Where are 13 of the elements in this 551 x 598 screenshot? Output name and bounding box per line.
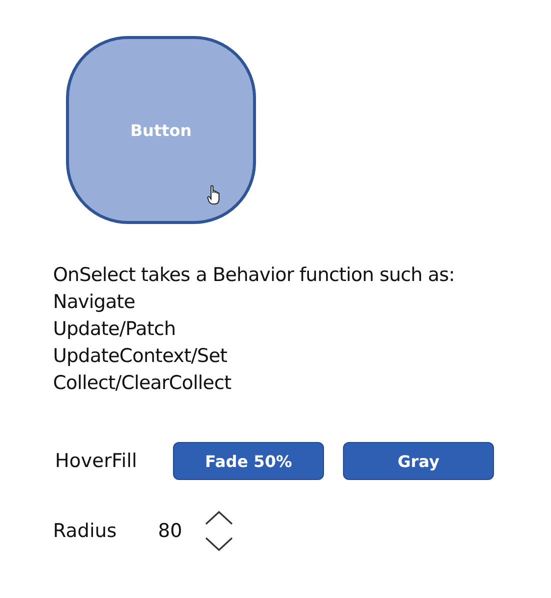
decrease-chevron-icon[interactable]: [204, 536, 234, 552]
description-line: Update/Patch: [53, 317, 177, 342]
hand-cursor-icon: [207, 185, 221, 205]
increase-chevron-icon[interactable]: [204, 510, 234, 526]
hoverfill-label: HoverFill: [54, 450, 138, 472]
description-line: UpdateContext/Set: [53, 344, 228, 369]
description-line: Navigate: [53, 290, 136, 315]
description-line: OnSelect takes a Behavior function such as:: [53, 263, 456, 288]
hoverfill-option-button[interactable]: Fade 50%: [173, 442, 324, 480]
radius-value: 80: [158, 520, 184, 542]
radius-label: Radius: [53, 520, 118, 542]
description-line: Collect/ClearCollect: [53, 371, 232, 396]
hoverfill-option-button[interactable]: Gray: [343, 442, 494, 480]
